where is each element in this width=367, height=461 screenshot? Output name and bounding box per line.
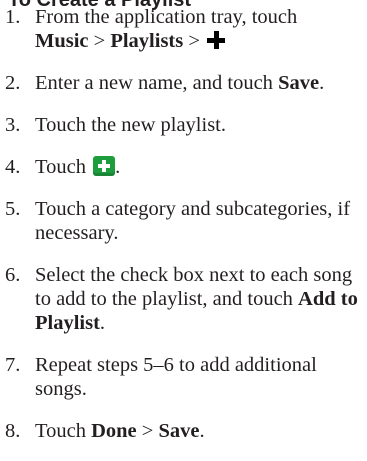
step-number: 6. [5, 264, 21, 286]
step-number: 1. [5, 6, 21, 28]
step-number: 3. [5, 114, 21, 136]
step-8: 8. Touch Done > Save. [0, 419, 367, 443]
step-number: 2. [5, 72, 21, 94]
step-end: . [115, 156, 121, 178]
step-text: Touch a category and subcategories, if n… [35, 198, 351, 244]
music-label: Music [35, 30, 89, 52]
step-text: Enter a new name, and touch [35, 72, 279, 94]
step-end: . [199, 420, 205, 442]
step-7: 7. Repeat steps 5–6 to add additional so… [0, 353, 367, 401]
done-label: Done [91, 420, 137, 442]
step-1: 1. From the application tray, touch Musi… [0, 5, 367, 53]
step-4: 4. Touch . [0, 155, 367, 179]
plus-icon [207, 31, 226, 49]
step-number: 8. [5, 420, 21, 442]
step-text: Touch [35, 420, 92, 442]
playlists-label: Playlists [110, 30, 184, 52]
save-label: Save [158, 420, 200, 442]
step-number: 4. [5, 156, 21, 178]
step-2: 2. Enter a new name, and touch Save. [0, 71, 367, 95]
step-text: Touch [35, 156, 92, 178]
save-label: Save [278, 72, 320, 94]
add-button-icon [93, 156, 116, 176]
steps-list: 1. From the application tray, touch Musi… [0, 5, 367, 461]
step-number: 7. [5, 354, 21, 376]
step-end: . [99, 312, 106, 334]
step-6: 6. Select the check box next to each son… [0, 263, 367, 335]
step-number: 5. [5, 198, 21, 220]
step-5: 5. Touch a category and subcategories, i… [0, 197, 367, 245]
step-3: 3. Touch the new playlist. [0, 113, 367, 137]
step-text: From the application tray, touch [35, 6, 298, 28]
separator: > [88, 30, 111, 52]
separator: > [183, 30, 206, 52]
step-text: Touch the new playlist. [35, 114, 226, 136]
step-text: Repeat steps 5–6 to add additional songs… [35, 354, 317, 400]
separator: > [136, 420, 159, 442]
step-end: . [319, 72, 325, 94]
